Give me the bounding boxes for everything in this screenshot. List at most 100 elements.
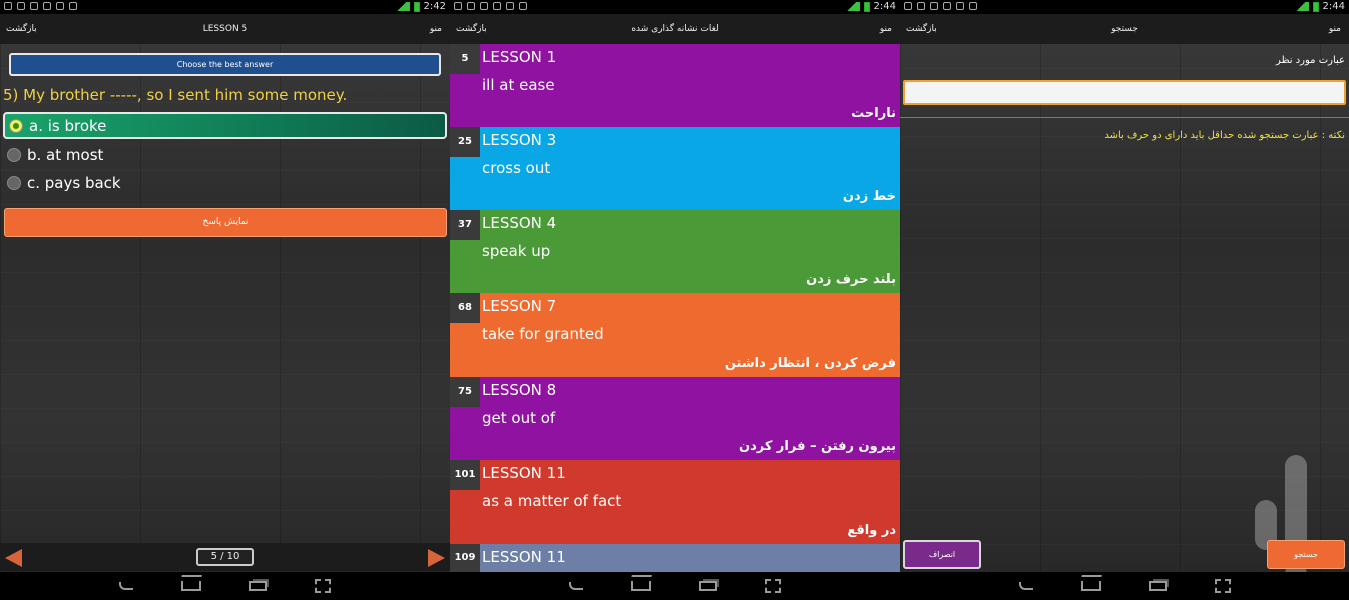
- word-number: 25: [450, 127, 480, 157]
- menu-button[interactable]: منو: [430, 24, 442, 34]
- title-bar: بازگشت LESSON 5 منو: [0, 14, 450, 44]
- notification-icons: [4, 2, 77, 10]
- pager-bar: 5 / 10: [0, 543, 450, 571]
- status-bar: 2:44: [900, 0, 1349, 14]
- show-answer-button[interactable]: نمایش پاسخ: [4, 208, 447, 237]
- menu-button[interactable]: منو: [880, 24, 892, 34]
- title-bar: بازگشت لغات نشانه گذاری شده منو: [450, 14, 900, 44]
- signal-icon: [1292, 2, 1309, 11]
- search-input[interactable]: [903, 80, 1346, 105]
- phrase-text: get out of: [482, 409, 556, 427]
- word-number: 109: [450, 544, 480, 572]
- bookmark-card[interactable]: 101 LESSON 11 as a matter of fact در واق…: [450, 460, 900, 544]
- phrase-text: cross out: [482, 159, 551, 177]
- search-screen: 2:44 بازگشت جستجو منو عبارت مورد نظر نکت…: [900, 0, 1349, 600]
- phrase-text: speak up: [482, 242, 551, 260]
- lesson-title: LESSON 3: [482, 131, 557, 149]
- instruction-banner: Choose the best answer: [9, 53, 441, 76]
- page-title: جستجو: [1111, 24, 1138, 34]
- radio-button[interactable]: [7, 147, 21, 162]
- notification-icon: [506, 2, 514, 10]
- notification-icon: [904, 2, 912, 10]
- meaning-text: ناراحت: [851, 106, 896, 121]
- signal-icon: [843, 2, 860, 11]
- meaning-text: در واقع: [847, 523, 896, 538]
- lesson-title: LESSON 4: [482, 214, 557, 232]
- bookmark-card[interactable]: 5 LESSON 1 ill at ease ناراحت: [450, 44, 900, 127]
- radio-button[interactable]: [7, 175, 21, 190]
- meaning-text: بیرون رفتن – فرار کردن: [738, 439, 896, 454]
- search-field-label: عبارت مورد نظر: [1276, 55, 1345, 66]
- word-number: 37: [450, 210, 480, 240]
- bookmarks-screen: 2:44 بازگشت لغات نشانه گذاری شده منو 5 L…: [450, 0, 900, 600]
- battery-icon: [863, 1, 870, 12]
- answer-option-a[interactable]: a. is broke: [3, 112, 447, 139]
- notification-icon: [956, 2, 964, 10]
- word-number: 101: [450, 460, 480, 490]
- clock: 2:44: [1322, 1, 1345, 12]
- system-nav-bar: [0, 572, 450, 600]
- word-number: 75: [450, 377, 480, 407]
- option-label: c. pays back: [27, 173, 121, 192]
- phrase-text: as a matter of fact: [482, 492, 622, 510]
- previous-arrow-icon[interactable]: [5, 549, 22, 567]
- bookmark-card[interactable]: 25 LESSON 3 cross out خط زدن: [450, 127, 900, 210]
- notification-icon: [480, 2, 488, 10]
- home-icon[interactable]: [181, 581, 201, 591]
- bookmark-card[interactable]: 109 LESSON 11: [450, 544, 900, 572]
- status-bar: 2:44: [450, 0, 900, 14]
- back-icon[interactable]: [569, 582, 583, 590]
- bookmark-card[interactable]: 75 LESSON 8 get out of بیرون رفتن – فرار…: [450, 377, 900, 460]
- clock: 2:44: [873, 1, 896, 12]
- answer-option-b[interactable]: b. at most: [3, 141, 447, 168]
- page-indicator: 5 / 10: [196, 548, 254, 566]
- cancel-button[interactable]: انصراف: [903, 540, 981, 569]
- question-text: 5) My brother -----, so I sent him some …: [3, 86, 348, 104]
- word-number: 68: [450, 293, 480, 323]
- search-button[interactable]: جستجو: [1267, 540, 1345, 569]
- notification-icon: [69, 2, 77, 10]
- page-title: LESSON 5: [202, 24, 248, 34]
- meaning-text: بلند حرف زدن: [806, 272, 896, 287]
- status-bar: 2:42: [0, 0, 450, 14]
- recent-apps-icon[interactable]: [1148, 581, 1167, 591]
- bookmark-card[interactable]: 68 LESSON 7 take for granted فرض کردن ، …: [450, 293, 900, 377]
- notification-icon: [917, 2, 925, 10]
- next-arrow-icon[interactable]: [428, 549, 445, 567]
- notification-icon: [17, 2, 25, 10]
- notification-icon: [30, 2, 38, 10]
- home-icon[interactable]: [1080, 581, 1101, 591]
- radio-button[interactable]: [9, 118, 23, 133]
- clock: 2:42: [423, 1, 446, 12]
- screenshot-icon[interactable]: [765, 579, 781, 593]
- option-label: a. is broke: [29, 116, 107, 135]
- divider: [900, 117, 1349, 118]
- notification-icon: [4, 2, 12, 10]
- notification-icon: [943, 2, 951, 10]
- back-icon[interactable]: [1018, 582, 1033, 590]
- lesson-title: LESSON 11: [482, 548, 566, 566]
- notification-icon: [519, 2, 527, 10]
- notification-icons: [454, 2, 527, 10]
- lesson-title: LESSON 11: [482, 464, 566, 482]
- option-label: b. at most: [27, 145, 104, 164]
- bookmark-card[interactable]: 37 LESSON 4 speak up بلند حرف زدن: [450, 210, 900, 293]
- notification-icon: [969, 2, 977, 10]
- home-icon[interactable]: [631, 581, 651, 591]
- menu-button[interactable]: منو: [1329, 24, 1341, 34]
- screenshot-icon[interactable]: [315, 579, 331, 593]
- recent-apps-icon[interactable]: [699, 581, 717, 591]
- screenshot-icon[interactable]: [1214, 579, 1231, 593]
- lesson-title: LESSON 8: [482, 381, 557, 399]
- phrase-text: ill at ease: [482, 76, 555, 94]
- recent-apps-icon[interactable]: [249, 581, 267, 591]
- answer-option-c[interactable]: c. pays back: [3, 169, 447, 196]
- meaning-text: فرض کردن ، انتظار داشتن: [724, 356, 896, 371]
- back-icon[interactable]: [119, 582, 133, 590]
- meaning-text: خط زدن: [842, 189, 896, 204]
- system-nav-bar: [900, 572, 1349, 600]
- word-number: 5: [450, 44, 480, 74]
- battery-icon: [1312, 1, 1319, 12]
- search-hint: نکته : عبارت جستجو شده حداقل باید دارای …: [1104, 130, 1345, 141]
- signal-icon: [393, 2, 410, 11]
